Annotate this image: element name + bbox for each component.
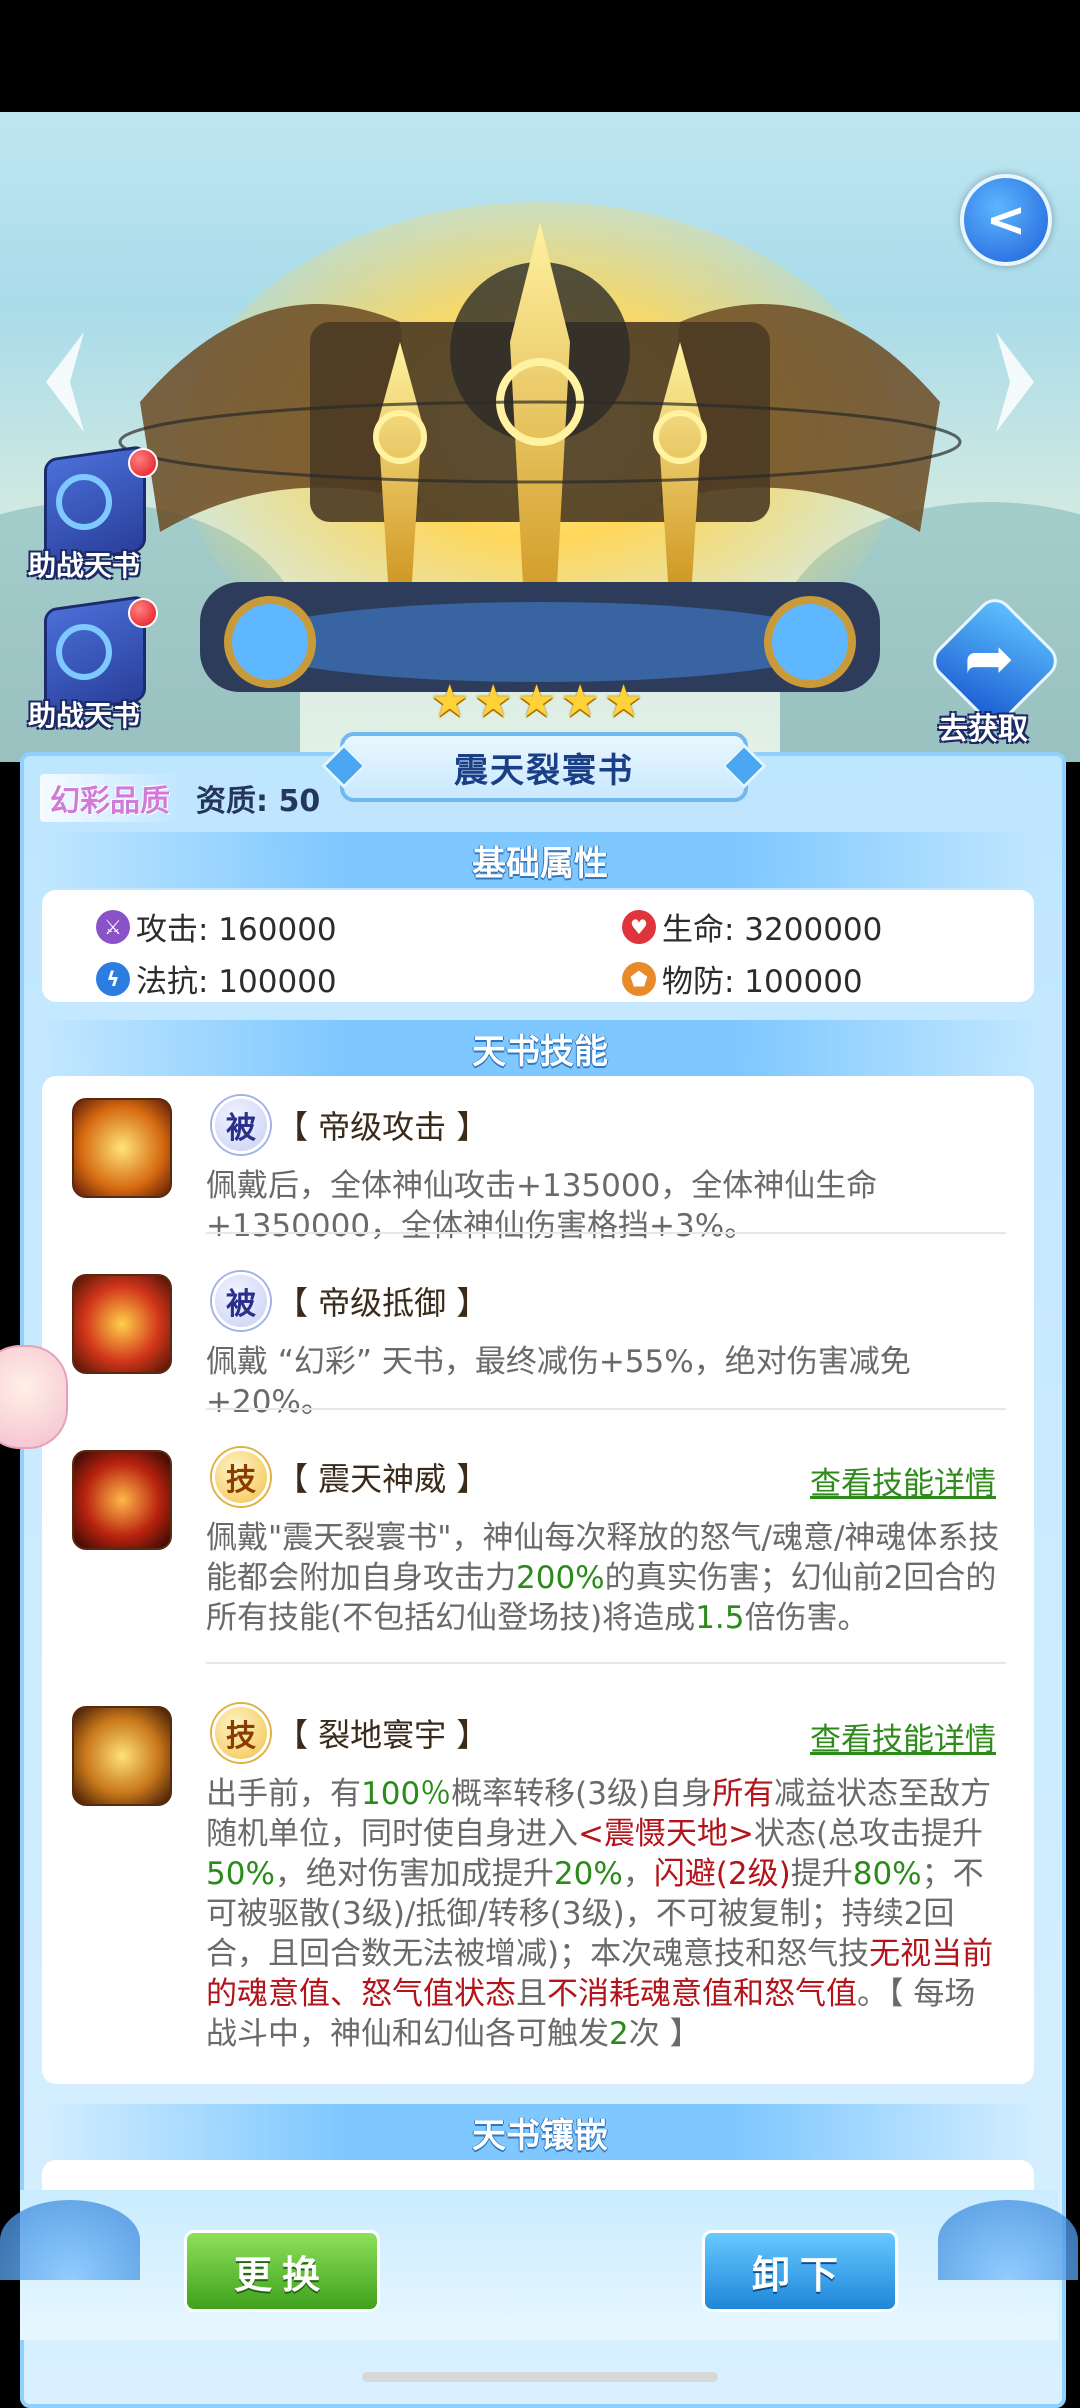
skills-list: 被 【 帝级攻击 】 佩戴后，全体神仙攻击+135000，全体神仙生命+1350…	[42, 1076, 1034, 2084]
quality-label: 幻彩品质	[40, 774, 180, 822]
passive-badge: 被	[212, 1096, 270, 1154]
sword-emblem-icon	[72, 1706, 172, 1806]
star-rating: ★ ★ ★ ★ ★	[430, 680, 643, 724]
red-dot-badge	[128, 448, 158, 478]
skill-desc-segment: 1.5	[695, 1600, 745, 1636]
skill-desc-segment: 且	[516, 1976, 547, 2012]
skill-desc-segment: 次 】	[628, 2016, 701, 2052]
star-icon: ★	[473, 676, 513, 727]
floating-pet-avatar[interactable]	[0, 1345, 68, 1449]
skill-desc-segment: 50%	[206, 1856, 275, 1892]
skill-desc: 佩戴 “幻彩” 天书，最终减伤+55%，绝对伤害减免+20%。	[206, 1344, 911, 1420]
next-arrow-icon[interactable]	[994, 332, 1034, 432]
skill-name: 【 帝级攻击 】	[276, 1108, 489, 1146]
skill-desc-segment: 闪避(2级)	[653, 1856, 791, 1892]
swap-ring-icon	[56, 474, 112, 530]
base-stats: ⚔ 攻击: 160000 ♥ 生命: 3200000 ϟ 法抗: 100000 …	[42, 890, 1034, 1002]
back-button[interactable]: <	[960, 174, 1052, 266]
attack-emblem-icon	[72, 1098, 172, 1198]
active-badge: 技	[212, 1448, 270, 1506]
skill-name: 【 裂地寰宇 】	[276, 1716, 489, 1754]
assist-book-label: 助战天书	[28, 549, 141, 582]
skill-desc-segment: 100％	[361, 1776, 452, 1812]
artifact-illustration	[118, 202, 962, 702]
skill-desc-segment: <震慑天地>	[578, 1816, 754, 1852]
stat-physical-def: ⬟ 物防: 100000	[622, 956, 863, 1001]
flame-emblem-icon	[72, 1450, 172, 1550]
skill-name: 【 帝级抵御 】	[276, 1284, 489, 1322]
go-get-label: 去获取	[938, 712, 1028, 747]
heart-icon: ♥	[622, 909, 656, 944]
book-name: 震天裂寰书	[454, 750, 634, 791]
stat-hp: ♥ 生命: 3200000	[622, 904, 882, 949]
status-bar	[0, 0, 1080, 112]
section-title-base: 基础属性	[40, 832, 1040, 888]
star-icon: ★	[603, 676, 644, 727]
star-icon: ★	[560, 676, 600, 727]
go-get-button[interactable]: ➦ 去获取	[922, 591, 1065, 747]
skill-desc-segment: 出手前，有	[206, 1776, 361, 1812]
view-skill-details-link[interactable]: 查看技能详情	[810, 1714, 996, 1759]
shield-emblem-icon	[72, 1274, 172, 1374]
skill-desc-segment: ，	[622, 1856, 654, 1892]
skill-desc-segment: 所有	[712, 1776, 775, 1812]
shield-icon: ⬟	[622, 961, 656, 996]
skill-desc-segment: 不消耗魂意值和怒气值	[547, 1976, 857, 2012]
skill-desc-segment: 概率转移(3级)自身	[451, 1776, 713, 1812]
divider	[206, 1408, 1006, 1410]
star-icon: ★	[516, 676, 557, 727]
skill-desc-segment: 2	[609, 2016, 629, 2052]
aptitude-label: 资质: 50	[196, 784, 321, 819]
section-title-skills: 天书技能	[40, 1020, 1040, 1076]
skill-name: 【 震天神威 】	[276, 1460, 489, 1498]
replace-button[interactable]: 更换	[184, 2230, 380, 2312]
sword-icon: ⚔	[96, 909, 130, 944]
skill-desc-segment: 20%	[553, 1856, 623, 1892]
star-icon: ★	[430, 676, 470, 727]
divider	[206, 1232, 1006, 1234]
back-arrow-icon: <	[985, 192, 1027, 248]
skill-desc: 出手前，有100％概率转移(3级)自身所有减益状态至敌方随机单位，同时使自身进入…	[206, 1774, 1006, 2054]
assist-book-slot-2[interactable]: 助战天书	[22, 594, 172, 742]
prev-arrow-icon[interactable]	[46, 332, 86, 432]
passive-badge: 被	[212, 1272, 270, 1330]
stat-magic-resist: ϟ 法抗: 100000	[96, 956, 337, 1001]
view-skill-details-link[interactable]: 查看技能详情	[810, 1458, 996, 1503]
skill-desc-segment: 状态(总攻击提升	[753, 1816, 984, 1852]
book-name-plate: 震天裂寰书	[321, 732, 767, 802]
skill-desc-segment: ，绝对伤害加成提升	[274, 1856, 554, 1892]
skill-desc-segment: 80%	[852, 1856, 922, 1892]
inlay-area	[42, 2160, 1034, 2190]
swap-ring-icon	[56, 624, 112, 680]
assist-book-label: 助战天书	[28, 699, 141, 732]
bottom-action-bar	[0, 2190, 1078, 2340]
lightning-icon: ϟ	[96, 961, 130, 996]
skill-desc: 佩戴"震天裂寰书"，神仙每次释放的怒气/魂意/神魂体系技能都会附加自身攻击力20…	[206, 1518, 1006, 1638]
skill-desc-segment: 200%	[516, 1560, 605, 1596]
skill-desc: 佩戴后，全体神仙攻击+135000，全体神仙生命+1350000，全体神仙伤害格…	[206, 1168, 878, 1244]
stat-attack: ⚔ 攻击: 160000	[96, 904, 337, 949]
unload-button[interactable]: 卸下	[702, 2230, 898, 2312]
red-dot-badge	[128, 598, 158, 628]
artifact-showcase: < 助战天书 助战天书 ➦ 去获取	[0, 112, 1080, 762]
assist-book-slot-1[interactable]: 助战天书	[22, 444, 172, 592]
divider	[206, 1662, 1006, 1664]
skill-desc-segment: 提升	[790, 1856, 853, 1892]
quality-row: 幻彩品质 资质: 50	[40, 774, 321, 822]
section-title-inlay: 天书镶嵌	[40, 2104, 1040, 2160]
home-indicator[interactable]	[362, 2372, 718, 2382]
active-badge: 技	[212, 1704, 270, 1762]
skill-desc-segment: 倍伤害。	[744, 1600, 869, 1636]
